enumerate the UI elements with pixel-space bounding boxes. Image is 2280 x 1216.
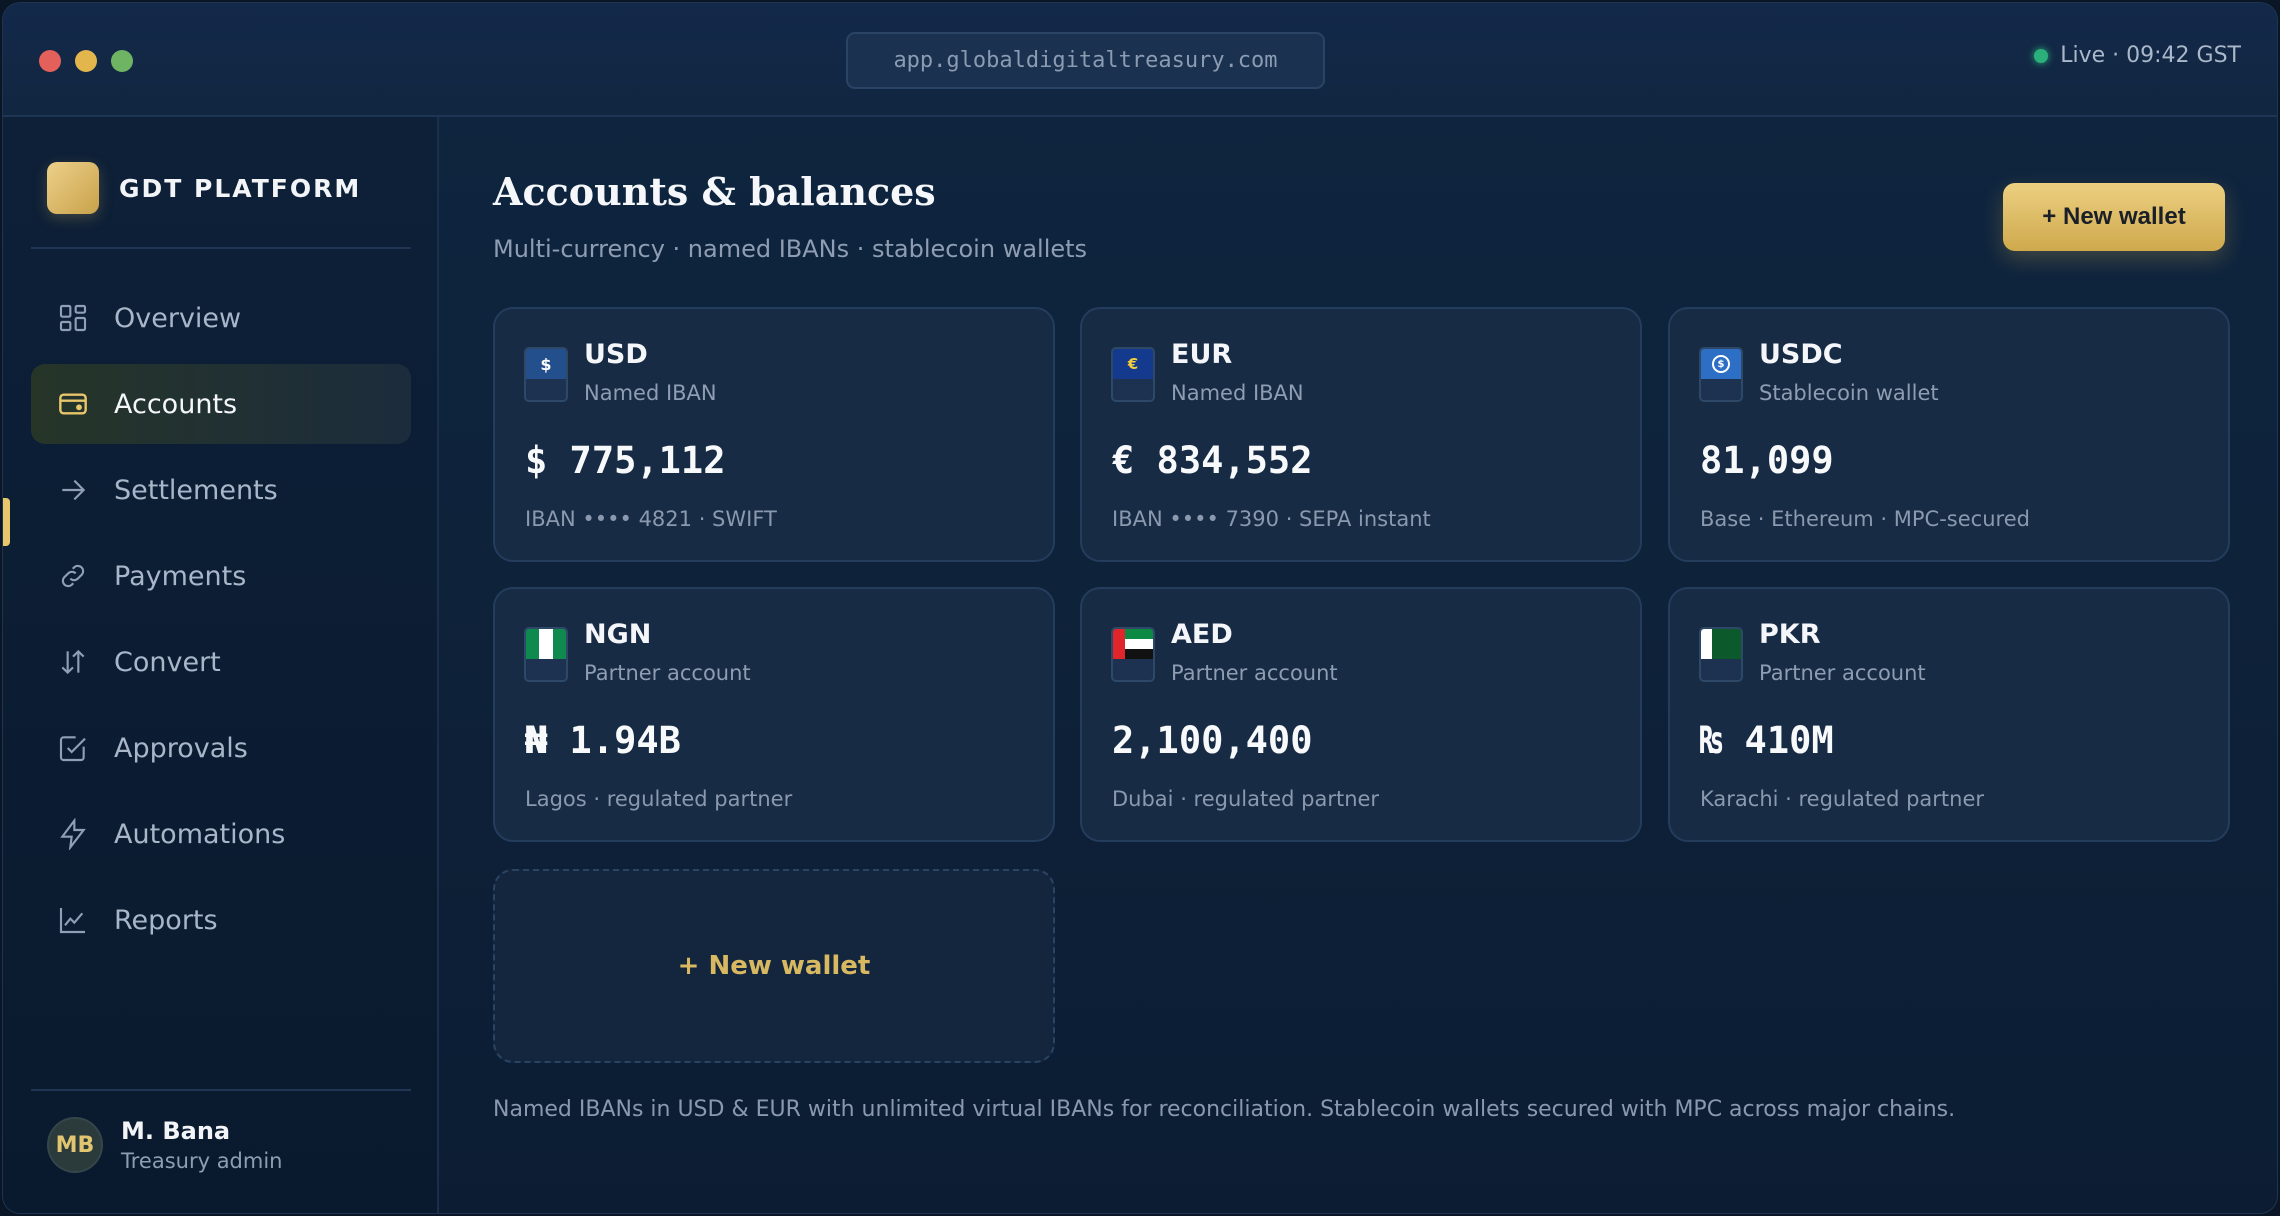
account-code: USD: [584, 339, 648, 370]
brand-logo-icon: [47, 162, 99, 214]
chart-line-icon: [56, 903, 90, 937]
sidebar-item-label: Approvals: [114, 732, 248, 764]
app-window: app.globaldigitaltreasury.com Live · 09:…: [2, 2, 2278, 1214]
account-balance: 2,100,400: [1112, 719, 1313, 762]
sidebar-item-payments[interactable]: Payments: [31, 536, 411, 616]
account-balance: ₦ 1.94B: [525, 719, 681, 762]
grid-icon: [56, 301, 90, 335]
live-status: Live · 09:42 GST: [2034, 43, 2241, 68]
add-wallet-card[interactable]: + New wallet: [493, 869, 1055, 1063]
flag-glyph: $: [1712, 355, 1730, 373]
usd-flag-icon: $: [524, 347, 568, 402]
account-meta: Lagos · regulated partner: [525, 787, 793, 811]
account-meta: Dubai · regulated partner: [1112, 787, 1380, 811]
sidebar-item-automations[interactable]: Automations: [31, 794, 411, 874]
avatar: MB: [47, 1117, 103, 1173]
account-card-eur[interactable]: € EUR Named IBAN € 834,552 IBAN •••• 739…: [1080, 307, 1642, 562]
sidebar-item-accounts[interactable]: Accounts: [31, 364, 411, 444]
account-type: Partner account: [1759, 661, 1926, 685]
account-card-usdc[interactable]: $ USDC Stablecoin wallet 81,099 Base · E…: [1668, 307, 2230, 562]
flag-glyph: €: [1127, 355, 1139, 373]
sidebar-item-label: Payments: [114, 560, 247, 592]
account-code: PKR: [1759, 619, 1821, 650]
account-meta: IBAN •••• 4821 · SWIFT: [525, 507, 777, 531]
sidebar-item-approvals[interactable]: Approvals: [31, 708, 411, 788]
sidebar: GDT PLATFORM Overview Accounts Settlemen…: [3, 117, 439, 1213]
flag-glyph: $: [540, 354, 552, 374]
pakistan-flag-icon: [1699, 627, 1743, 682]
account-type: Partner account: [1171, 661, 1338, 685]
account-type: Stablecoin wallet: [1759, 381, 1939, 405]
brand-name: GDT PLATFORM: [119, 173, 362, 203]
account-type: Named IBAN: [584, 381, 717, 405]
account-meta: Base · Ethereum · MPC-secured: [1700, 507, 2030, 531]
sidebar-divider: [31, 1089, 411, 1091]
live-status-text: Live · 09:42 GST: [2060, 43, 2241, 68]
uae-flag-icon: [1111, 627, 1155, 682]
arrow-right-icon: [56, 473, 90, 507]
account-code: EUR: [1171, 339, 1233, 370]
sidebar-item-convert[interactable]: Convert: [31, 622, 411, 702]
window-controls: [39, 50, 133, 72]
account-code: NGN: [584, 619, 652, 650]
user-role: Treasury admin: [121, 1149, 283, 1173]
account-type: Partner account: [584, 661, 751, 685]
swap-vertical-icon: [56, 645, 90, 679]
account-balance: ₨ 410M: [1700, 719, 1834, 762]
active-nav-indicator: [3, 498, 10, 546]
live-indicator-icon: [2034, 48, 2049, 63]
title-bar: app.globaldigitaltreasury.com Live · 09:…: [3, 3, 2277, 117]
account-code: USDC: [1759, 339, 1843, 370]
sidebar-item-label: Accounts: [114, 388, 238, 420]
account-card-aed[interactable]: AED Partner account 2,100,400 Dubai · re…: [1080, 587, 1642, 842]
sidebar-item-label: Convert: [114, 646, 221, 678]
page-subtitle: Multi-currency · named IBANs · stablecoi…: [493, 235, 1088, 263]
wallet-icon: [56, 387, 90, 421]
link-icon: [56, 559, 90, 593]
sidebar-divider: [31, 247, 411, 249]
account-code: AED: [1171, 619, 1233, 650]
account-meta: IBAN •••• 7390 · SEPA instant: [1112, 507, 1431, 531]
main-content: Accounts & balances Multi-currency · nam…: [439, 117, 2277, 1213]
checkbox-icon: [56, 731, 90, 765]
minimize-window-button[interactable]: [75, 50, 97, 72]
page-title: Accounts & balances: [493, 169, 936, 214]
account-card-pkr[interactable]: PKR Partner account ₨ 410M Karachi · reg…: [1668, 587, 2230, 842]
maximize-window-button[interactable]: [111, 50, 133, 72]
account-meta: Karachi · regulated partner: [1700, 787, 1985, 811]
sidebar-item-label: Reports: [114, 904, 218, 936]
user-name: M. Bana: [121, 1117, 231, 1145]
account-balance: $ 775,112: [525, 439, 726, 482]
account-balance: € 834,552: [1112, 439, 1313, 482]
footer-note: Named IBANs in USD & EUR with unlimited …: [493, 1097, 1956, 1122]
account-card-usd[interactable]: $ USD Named IBAN $ 775,112 IBAN •••• 482…: [493, 307, 1055, 562]
usdc-coin-icon: $: [1699, 347, 1743, 402]
eu-flag-icon: €: [1111, 347, 1155, 402]
account-card-ngn[interactable]: NGN Partner account ₦ 1.94B Lagos · regu…: [493, 587, 1055, 842]
sidebar-item-label: Overview: [114, 302, 242, 334]
account-balance: 81,099: [1700, 439, 1834, 482]
sidebar-nav: Overview Accounts Settlements Payments C…: [31, 278, 411, 966]
sidebar-item-reports[interactable]: Reports: [31, 880, 411, 960]
bolt-icon: [56, 817, 90, 851]
account-type: Named IBAN: [1171, 381, 1304, 405]
url-bar[interactable]: app.globaldigitaltreasury.com: [846, 32, 1325, 89]
sidebar-item-label: Settlements: [114, 474, 278, 506]
sidebar-item-overview[interactable]: Overview: [31, 278, 411, 358]
sidebar-item-label: Automations: [114, 818, 286, 850]
sidebar-item-settlements[interactable]: Settlements: [31, 450, 411, 530]
nigeria-flag-icon: [524, 627, 568, 682]
close-window-button[interactable]: [39, 50, 61, 72]
brand[interactable]: GDT PLATFORM: [47, 162, 361, 214]
user-profile[interactable]: MB M. Bana Treasury admin: [47, 1117, 283, 1173]
new-wallet-button[interactable]: + New wallet: [2003, 183, 2225, 251]
